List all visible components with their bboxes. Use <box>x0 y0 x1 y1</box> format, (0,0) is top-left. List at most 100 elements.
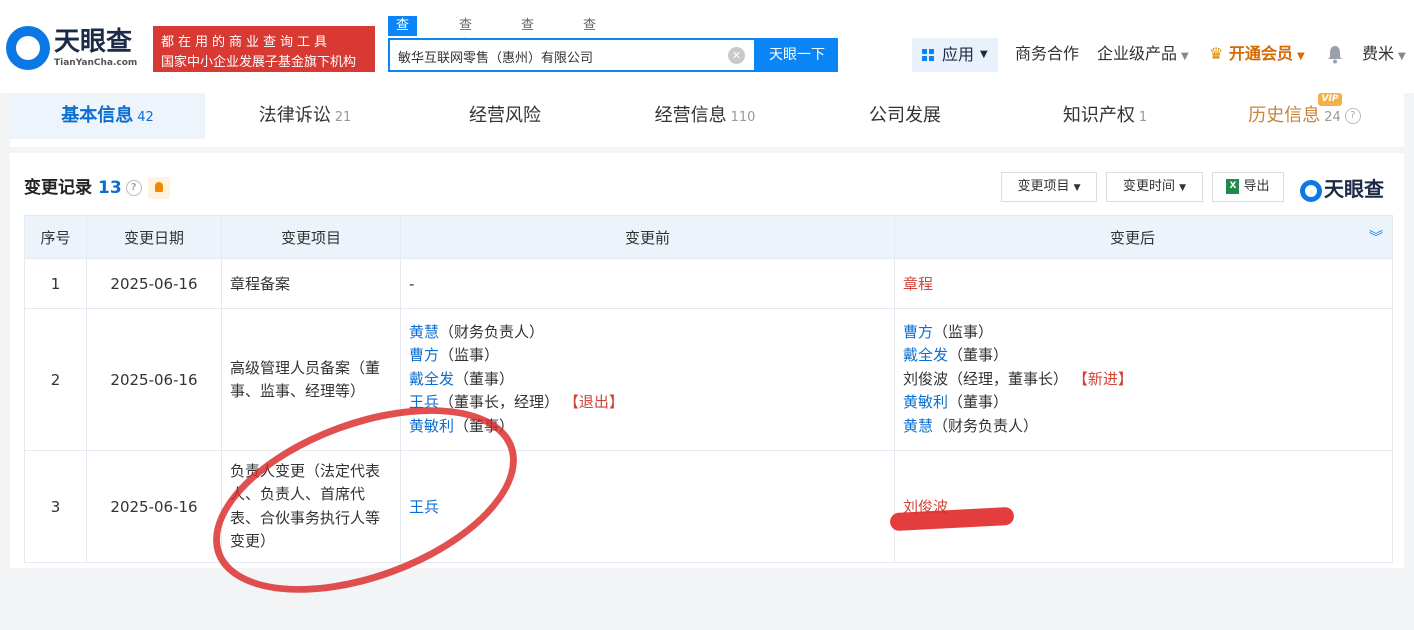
apps-menu[interactable]: 应用 ▼ <box>912 38 998 72</box>
tab-search-relation[interactable]: 查关系 <box>513 16 542 73</box>
chevron-down-icon: ▼ <box>1296 51 1305 62</box>
filter-label: 变更项目 <box>1017 179 1070 194</box>
tab-development[interactable]: 公司发展 <box>805 93 1005 139</box>
exit-tag: 【退出】 <box>563 393 624 412</box>
person-link[interactable]: 戴全发 <box>903 346 948 364</box>
tab-search-risk[interactable]: 查风险 <box>575 16 604 73</box>
vip-menu[interactable]: ♛ 开通会员 ▼ <box>1209 44 1305 67</box>
watermark-logo: 天眼查 <box>1300 173 1384 202</box>
filter-change-time[interactable]: 变更时间 ▼ <box>1106 172 1203 202</box>
tab-count: 110 <box>730 110 756 125</box>
after-value[interactable]: 刘俊波 <box>894 450 1393 563</box>
tab-label: 法律诉讼 <box>258 105 331 126</box>
tab-label: 经营风险 <box>469 105 541 126</box>
filter-change-item[interactable]: 变更项目 ▼ <box>1001 172 1097 202</box>
person-link[interactable]: 曹方 <box>903 323 933 341</box>
table-row: 2 2025-06-16 高级管理人员备案（董事、监事、经理等） 黄慧（财务负责… <box>24 308 1393 451</box>
row-number: 2 <box>24 308 87 451</box>
clear-icon[interactable]: ✕ <box>728 47 745 64</box>
export-label: 导出 <box>1243 179 1270 194</box>
person-entry: 刘俊波（经理，董事长） 【新进】 <box>903 368 1384 392</box>
person-entry: 曹方（监事） <box>903 321 1384 345</box>
help-icon[interactable]: ? <box>1344 108 1361 124</box>
person-role: （监事） <box>439 346 500 365</box>
before-value: 黄慧（财务负责人） 曹方（监事） 戴全发（董事） 王兵（董事长，经理） 【退出】… <box>400 308 895 451</box>
tab-legal[interactable]: 法律诉讼 21 <box>205 93 405 139</box>
change-date: 2025-06-16 <box>86 450 222 563</box>
company-tabs: 基本信息 42 法律诉讼 21 经营风险 经营信息 110 公司发展 知识产权 1 历史… <box>10 93 1404 147</box>
tianyancha-logo[interactable]: 天眼查 TianYanCha.com <box>6 26 146 72</box>
tab-label: 经营信息 <box>654 105 727 126</box>
tab-count: 21 <box>334 110 352 125</box>
watermark-brand: 天眼查 <box>1324 177 1384 201</box>
section-count: 13 <box>98 178 122 198</box>
person-role: （董事长，经理） <box>439 393 560 412</box>
person-link[interactable]: 黄慧 <box>903 417 933 435</box>
person-name: 刘俊波 <box>903 369 949 388</box>
tab-basic-info[interactable]: 基本信息 42 <box>10 93 205 139</box>
col-header-label: 变更后 <box>1109 228 1155 247</box>
top-bar: 天眼查 TianYanCha.com 都在用的商业查询工具 国家中小企业发展子基… <box>0 0 1414 93</box>
person-link[interactable]: 黄敏利 <box>409 417 454 435</box>
person-role: （经理，董事长） <box>948 369 1069 388</box>
search-input[interactable] <box>396 40 720 72</box>
enterprise-products-menu[interactable]: 企业级产品 ▼ <box>1097 44 1189 67</box>
tab-ip[interactable]: 知识产权 1 <box>1005 93 1205 139</box>
person-link[interactable]: 黄慧 <box>409 323 439 341</box>
col-header: 变更前 <box>400 215 895 259</box>
user-menu[interactable]: 费米 ▼ <box>1362 44 1406 67</box>
change-date: 2025-06-16 <box>86 258 222 309</box>
person-entry: 曹方（监事） <box>409 344 886 368</box>
person-link[interactable]: 曹方 <box>409 346 439 364</box>
table-header-row: 序号 变更日期 变更项目 变更前 变更后 ︾ <box>24 215 1393 259</box>
bell-icon[interactable] <box>1326 44 1344 64</box>
person-role: （董事） <box>454 416 515 435</box>
enterprise-label: 企业级产品 <box>1097 44 1178 63</box>
slogan-banner: 都在用的商业查询工具 国家中小企业发展子基金旗下机构 <box>153 26 375 72</box>
person-role: （董事） <box>948 346 1009 365</box>
excel-icon: X <box>1226 179 1240 194</box>
person-entry: 黄慧（财务负责人） <box>903 415 1384 439</box>
after-value: 曹方（监事） 戴全发（董事） 刘俊波（经理，董事长） 【新进】 黄敏利（董事） … <box>894 308 1393 451</box>
expand-icon[interactable]: ︾ <box>1369 227 1383 247</box>
tab-count: 42 <box>137 110 154 125</box>
change-item: 负责人变更（法定代表人、负责人、首席代表、合伙事务执行人等变更） <box>221 450 401 563</box>
person-role: （监事） <box>933 322 994 341</box>
tab-count: 1 <box>1138 110 1148 125</box>
crown-icon: ♛ <box>1209 44 1224 63</box>
person-entry: 王兵（董事长，经理） 【退出】 <box>409 391 886 415</box>
search-button[interactable]: 天眼一下 <box>756 38 838 72</box>
tab-history[interactable]: 历史信息 24? <box>1205 93 1404 139</box>
person-link[interactable]: 王兵 <box>409 393 439 411</box>
logo-icon <box>1300 179 1322 202</box>
change-records-panel: 变更记录 13? 变更项目 ▼ 变更时间 ▼ X 导出 天眼查 序号 变更日期 变更… <box>10 153 1404 568</box>
person-entry: 戴全发（董事） <box>409 368 886 392</box>
chevron-down-icon: ▼ <box>1181 51 1189 62</box>
table-row: 1 2025-06-16 章程备案 - 章程 <box>24 258 1393 309</box>
new-tag: 【新进】 <box>1072 369 1133 388</box>
export-button[interactable]: X 导出 <box>1212 172 1284 202</box>
person-entry: 黄敏利（董事） <box>409 415 886 439</box>
before-value[interactable]: 王兵 <box>400 450 895 563</box>
section-title-text: 变更记录 <box>24 178 92 198</box>
change-date: 2025-06-16 <box>86 308 222 451</box>
logo-name: 天眼查 <box>54 27 133 57</box>
slogan-line-2: 国家中小企业发展子基金旗下机构 <box>161 55 357 70</box>
person-link[interactable]: 黄敏利 <box>903 393 948 411</box>
apps-label: 应用 <box>942 45 975 64</box>
person-link[interactable]: 戴全发 <box>409 370 454 388</box>
change-item: 章程备案 <box>221 258 401 309</box>
monitor-bell-icon[interactable] <box>147 177 170 199</box>
tab-label: 知识产权 <box>1062 105 1135 126</box>
tab-operation-risk[interactable]: 经营风险 <box>405 93 605 139</box>
grid-icon <box>922 49 934 61</box>
help-icon[interactable]: ? <box>125 180 142 196</box>
tab-search-company[interactable]: 查公司 <box>388 16 418 73</box>
tab-search-boss[interactable]: 查老板 <box>451 16 480 73</box>
after-value[interactable]: 章程 <box>894 258 1393 309</box>
tab-operation-info[interactable]: 经营信息 110 <box>605 93 805 139</box>
section-title: 变更记录 13? <box>24 173 170 199</box>
business-cooperation-link[interactable]: 商务合作 <box>1015 44 1079 64</box>
tab-count: 24 <box>1324 110 1341 125</box>
vip-badge: VIP <box>1318 93 1342 106</box>
